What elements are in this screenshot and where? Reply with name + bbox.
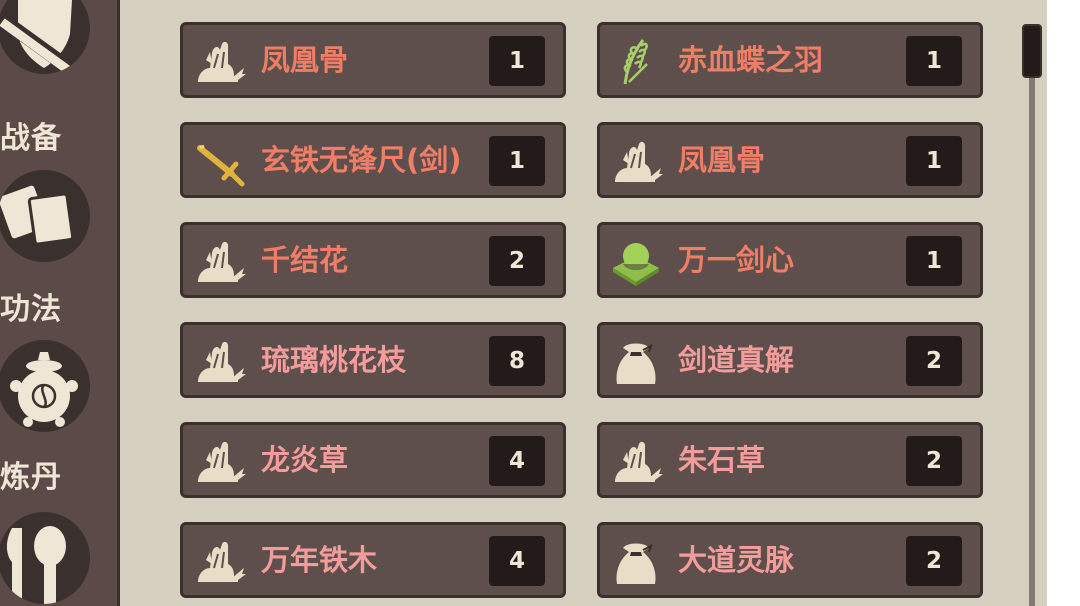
item-count-badge: 1 <box>906 36 962 86</box>
green-orb-icon <box>613 243 659 286</box>
item-count-badge: 4 <box>489 436 545 486</box>
inventory-item-slot[interactable]: 大道灵脉 2 <box>597 522 983 598</box>
inventory-item-slot[interactable]: 万一剑心 1 <box>597 222 983 298</box>
item-count-badge: 1 <box>489 136 545 186</box>
item-name: 凤凰骨 <box>678 143 766 177</box>
herb-rock-icon <box>197 340 246 383</box>
inventory-item-slot[interactable]: 凤凰骨 1 <box>180 22 566 98</box>
item-name: 赤血蝶之羽 <box>678 43 824 77</box>
item-name: 剑道真解 <box>678 343 795 377</box>
item-name: 万一剑心 <box>678 243 795 277</box>
herb-rock-icon <box>614 140 663 183</box>
item-name: 万年铁木 <box>261 543 378 577</box>
cloth-bag-icon <box>615 342 657 385</box>
inventory-item-slot[interactable]: 玄铁无锋尺(剑) 1 <box>180 122 566 198</box>
inventory-panel: 凤凰骨 1 赤血蝶之羽 1 玄铁无锋尺(剑) 1 凤凰骨 1 千结花 2 万一剑… <box>120 0 1047 606</box>
alchemy-cauldron-icon <box>0 340 90 432</box>
sidebar-item-label: 战备 <box>0 121 62 156</box>
item-count-badge: 2 <box>906 536 962 586</box>
item-name: 玄铁无锋尺(剑) <box>261 143 462 177</box>
item-name: 朱石草 <box>678 443 766 477</box>
herb-rock-icon <box>197 440 246 483</box>
inventory-item-slot[interactable]: 千结花 2 <box>180 222 566 298</box>
inventory-item-slot[interactable]: 剑道真解 2 <box>597 322 983 398</box>
utensils-icon <box>0 512 90 604</box>
inventory-item-slot[interactable]: 琉璃桃花枝 8 <box>180 322 566 398</box>
item-count-badge: 1 <box>906 136 962 186</box>
herb-rock-icon <box>197 40 246 83</box>
item-name: 千结花 <box>261 243 349 277</box>
scroll-books-icon <box>0 170 90 262</box>
item-name: 琉璃桃花枝 <box>261 343 407 377</box>
item-name: 大道灵脉 <box>678 543 795 577</box>
scrollbar-thumb[interactable] <box>1022 24 1042 78</box>
item-count-badge: 1 <box>906 236 962 286</box>
sword-icon <box>197 144 245 187</box>
item-count-badge: 1 <box>489 36 545 86</box>
item-count-badge: 8 <box>489 336 545 386</box>
inventory-item-slot[interactable]: 凤凰骨 1 <box>597 122 983 198</box>
cloth-bag-icon <box>615 542 657 585</box>
item-name: 凤凰骨 <box>261 43 349 77</box>
herb-rock-icon <box>197 540 246 583</box>
item-count-badge: 2 <box>906 336 962 386</box>
item-count-badge: 4 <box>489 536 545 586</box>
shield-sword-icon <box>0 0 90 74</box>
item-count-badge: 2 <box>489 236 545 286</box>
screen-edge <box>1047 0 1080 606</box>
item-name: 龙炎草 <box>261 443 349 477</box>
herb-rock-icon <box>197 240 246 283</box>
sidebar: 战备 功法 炼丹 <box>0 0 120 606</box>
inventory-item-slot[interactable]: 赤血蝶之羽 1 <box>597 22 983 98</box>
sidebar-item-label: 功法 <box>0 292 62 327</box>
inventory-item-slot[interactable]: 龙炎草 4 <box>180 422 566 498</box>
item-count-badge: 2 <box>906 436 962 486</box>
inventory-item-slot[interactable]: 朱石草 2 <box>597 422 983 498</box>
sidebar-item-label: 炼丹 <box>0 460 62 495</box>
wheat-plant-icon <box>623 39 648 85</box>
herb-rock-icon <box>614 440 663 483</box>
scrollbar-track[interactable] <box>1029 30 1035 606</box>
inventory-item-slot[interactable]: 万年铁木 4 <box>180 522 566 598</box>
